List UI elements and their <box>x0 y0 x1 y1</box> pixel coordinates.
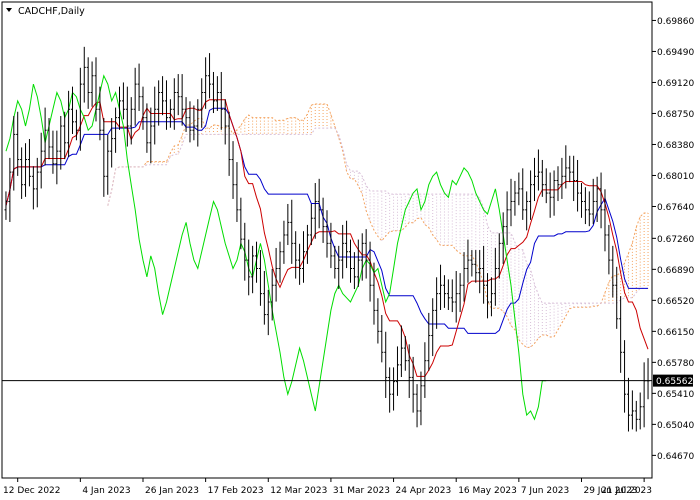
symbol-label: CADCHF,Daily <box>18 6 85 17</box>
x-tick-label: 31 Mar 2023 <box>333 486 390 496</box>
x-tick-label: 7 Jun 2023 <box>521 486 569 496</box>
y-tick-label: 0.66890 <box>657 266 694 276</box>
y-tick-label: 0.68380 <box>657 141 694 151</box>
y-tick-label: 0.64670 <box>657 452 694 462</box>
current-price-label: 0.65562 <box>653 374 693 387</box>
x-tick-label: 4 Jan 2023 <box>82 486 130 496</box>
y-tick-label: 0.69490 <box>657 48 694 58</box>
x-tick-label: 26 Jan 2023 <box>145 486 199 496</box>
x-tick-label: 21 Jul 2023 <box>601 486 652 496</box>
y-tick-label: 0.67260 <box>657 235 694 245</box>
y-tick-label: 0.69860 <box>657 17 694 27</box>
x-tick-label: 12 Mar 2023 <box>270 486 327 496</box>
current-price-value: 0.65562 <box>656 377 693 387</box>
y-axis: 0.69860 0.69490 0.69120 0.68750 0.68380 0.680… <box>652 17 694 462</box>
y-tick-label: 0.65780 <box>657 359 694 369</box>
y-tick-label: 0.66150 <box>657 328 694 338</box>
y-tick-label: 0.65410 <box>657 390 694 400</box>
x-tick-label: 16 May 2023 <box>458 486 517 496</box>
y-tick-label: 0.69120 <box>657 79 694 89</box>
symbol-header[interactable]: CADCHF,Daily <box>6 6 85 17</box>
x-tick-label: 17 Feb 2023 <box>208 486 264 496</box>
y-tick-label: 0.68750 <box>657 110 694 120</box>
price-chart[interactable]: 0.69860 0.69490 0.69120 0.68750 0.68380 0.680… <box>0 0 700 500</box>
y-tick-label: 0.66520 <box>657 297 694 307</box>
y-tick-label: 0.68010 <box>657 172 694 182</box>
x-tick-label: 12 Dec 2022 <box>3 486 61 496</box>
x-tick-label: 24 Apr 2023 <box>396 486 452 496</box>
y-tick-label: 0.65040 <box>657 421 694 431</box>
y-tick-label: 0.67640 <box>657 203 694 213</box>
